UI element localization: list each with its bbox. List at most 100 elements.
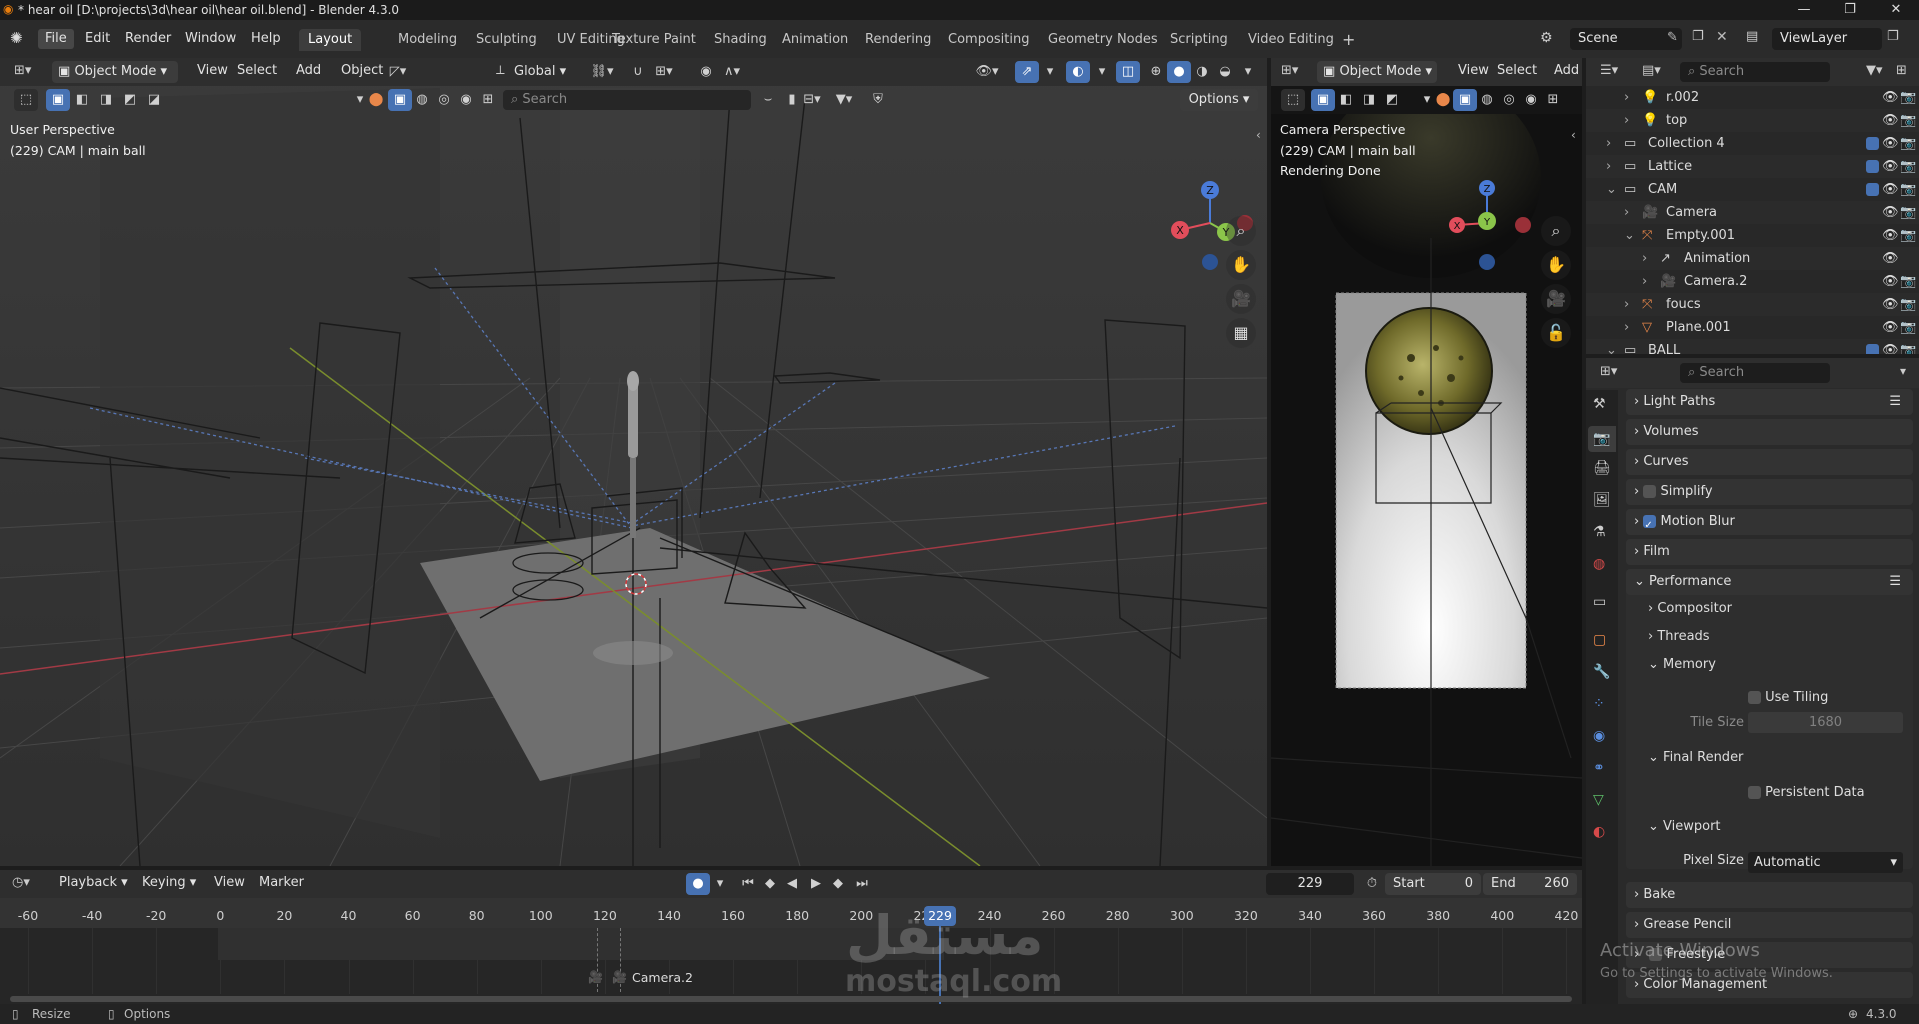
- select-box-extend-icon[interactable]: ◧: [70, 89, 94, 111]
- solid-mode-icon[interactable]: ▣: [388, 89, 412, 111]
- cam-gizmo-neg-x-button[interactable]: [1515, 217, 1531, 233]
- disclosure-icon[interactable]: ⌄: [1606, 178, 1617, 201]
- vp-menu-select[interactable]: Select: [230, 61, 284, 81]
- panel-bake[interactable]: › Bake: [1626, 882, 1913, 908]
- image-icon[interactable]: ⊞: [476, 89, 500, 111]
- simplify-checkbox[interactable]: [1643, 485, 1657, 498]
- vp-menu-object[interactable]: Object: [334, 61, 390, 81]
- camera-viewport[interactable]: Z Y X ⊞▾ ▣ Object Mode ▾ View Select Add…: [1271, 58, 1582, 866]
- physics-tab-icon[interactable]: ◉: [1593, 728, 1605, 744]
- tab-compositing[interactable]: Compositing: [939, 29, 1039, 51]
- pixel-size-dropdown[interactable]: Automatic ▾: [1748, 852, 1903, 873]
- performance-header[interactable]: ⌄ Performance ☰: [1626, 569, 1913, 595]
- motion-blur-checkbox[interactable]: ✓: [1643, 515, 1657, 531]
- orientation-dropdown[interactable]: Global ▾: [514, 61, 566, 83]
- cam-select-new-icon[interactable]: ▣: [1311, 89, 1335, 111]
- subpanel-final-render[interactable]: ⌄ Final Render: [1648, 746, 1743, 770]
- select-box-new-icon[interactable]: ▣: [46, 89, 70, 111]
- add-workspace-button[interactable]: +: [1342, 30, 1355, 49]
- sidebar-toggle-icon[interactable]: ‹: [1256, 128, 1261, 142]
- collection-checkbox[interactable]: [1866, 183, 1879, 196]
- outliner-filter-icon[interactable]: ▼▾: [1866, 63, 1883, 78]
- properties-editor-type-icon[interactable]: ⊞▾: [1600, 364, 1617, 379]
- eye-icon[interactable]: 👁: [1882, 293, 1899, 316]
- shield-icon[interactable]: ⛨: [866, 89, 890, 111]
- eye-icon[interactable]: 👁: [1882, 270, 1899, 293]
- modifier-tab-icon[interactable]: 🔧: [1593, 664, 1610, 680]
- cam-sidebar-toggle-icon[interactable]: ‹: [1571, 128, 1576, 142]
- outliner-row[interactable]: › ▽ Plane.001 👁 📷: [1586, 316, 1919, 339]
- subpanel-memory[interactable]: ⌄ Memory: [1648, 653, 1716, 677]
- cam-lookdev-icon[interactable]: ◎: [1497, 89, 1521, 111]
- tab-modeling[interactable]: Modeling: [389, 29, 466, 51]
- outliner-row[interactable]: › ▭ Collection 4 👁 📷: [1586, 132, 1919, 155]
- render-camera-icon[interactable]: 📷: [1900, 201, 1916, 224]
- new-view-layer-icon[interactable]: ❐: [1887, 29, 1899, 44]
- menu-render[interactable]: Render: [118, 29, 178, 49]
- timeline-scrollbar[interactable]: [10, 996, 1572, 1002]
- cam-image-icon[interactable]: ⊞: [1541, 89, 1565, 111]
- light-paths-presets-icon[interactable]: ☰: [1889, 389, 1901, 415]
- properties-options-icon[interactable]: ▾: [1900, 364, 1906, 378]
- subpanel-compositor[interactable]: › Compositor: [1648, 597, 1732, 621]
- gizmo-neg-z-button[interactable]: [1202, 254, 1218, 270]
- shading-dropdown-icon[interactable]: ▾: [1236, 61, 1260, 83]
- render-mode-icon[interactable]: ◉: [454, 89, 478, 111]
- tile-size-field[interactable]: 1680: [1748, 712, 1903, 733]
- pan-hand-icon[interactable]: ✋: [1226, 250, 1256, 280]
- cam-mode-dropdown[interactable]: ▣ Object Mode ▾: [1317, 61, 1437, 83]
- render-tab-icon[interactable]: 📷: [1588, 426, 1616, 452]
- tab-scripting[interactable]: Scripting: [1161, 29, 1237, 51]
- pin-icon[interactable]: ✎: [1667, 30, 1678, 45]
- properties-search-input[interactable]: ⌕ Search: [1680, 363, 1830, 383]
- tab-geometry-nodes[interactable]: Geometry Nodes: [1039, 29, 1167, 51]
- panel-film[interactable]: › Film: [1626, 539, 1913, 565]
- overlay-dropdown-icon[interactable]: ▾: [1090, 61, 1114, 83]
- constraints-tab-icon[interactable]: ⚭: [1593, 760, 1605, 776]
- outliner-row[interactable]: › 🎥 Camera 👁 📷: [1586, 201, 1919, 224]
- view-layer-tab-icon[interactable]: 🖼: [1593, 492, 1611, 508]
- snap-target-icon[interactable]: ⊞▾: [652, 61, 676, 83]
- disclosure-icon[interactable]: ›: [1624, 316, 1629, 339]
- material-tab-icon[interactable]: ◐: [1593, 824, 1605, 840]
- render-camera-icon[interactable]: 📷: [1900, 293, 1916, 316]
- eye-icon[interactable]: 👁: [1882, 224, 1899, 247]
- timeline[interactable]: ◷▾ Playback ▾ Keying ▾ View Marker ● ▾ ⏮…: [0, 870, 1582, 1004]
- properties-editor[interactable]: ⊞▾ ⌕ Search ▾ ⚒ 📷 🖨 🖼 ⚗ ◍ ▭ ▢ 🔧 ⁘ ◉ ⚭ ▽ …: [1586, 358, 1919, 1004]
- wireframe-shading-icon[interactable]: ⊕: [1144, 61, 1168, 83]
- menu-edit[interactable]: Edit: [78, 29, 117, 49]
- data-tab-icon[interactable]: ▽: [1593, 792, 1604, 808]
- outliner-row[interactable]: › 🎥 Camera.2 👁 📷: [1586, 270, 1919, 293]
- delete-scene-icon[interactable]: ✕: [1716, 29, 1728, 45]
- disclosure-icon[interactable]: ›: [1642, 247, 1647, 270]
- link-icon[interactable]: ⌣: [756, 89, 780, 111]
- cam-camera-icon[interactable]: 🎥: [1541, 284, 1571, 314]
- disclosure-icon[interactable]: ⌄: [1606, 339, 1617, 354]
- render-camera-icon[interactable]: 📷: [1900, 132, 1916, 155]
- outliner-row[interactable]: ⌄ ⤧ Empty.001 👁 📷: [1586, 224, 1919, 247]
- eye-icon[interactable]: 👁: [1882, 339, 1899, 354]
- eye-icon[interactable]: 👁: [1882, 178, 1899, 201]
- editor-type-icon[interactable]: ⊞▾: [14, 63, 31, 78]
- performance-presets-icon[interactable]: ☰: [1889, 569, 1901, 595]
- blender-menu-icon[interactable]: ✺: [10, 29, 23, 47]
- outliner-row[interactable]: ⌄ ▭ CAM 👁 📷: [1586, 178, 1919, 201]
- tab-layout[interactable]: Layout: [299, 29, 362, 51]
- grid-view-icon[interactable]: ▦: [1226, 318, 1256, 348]
- solid-shading-icon[interactable]: ●: [1167, 61, 1191, 83]
- scene-tab-icon[interactable]: ⚗: [1593, 524, 1606, 540]
- eye-icon[interactable]: 👁: [1882, 247, 1899, 270]
- render-camera-icon[interactable]: 📷: [1900, 109, 1916, 132]
- new-collection-icon[interactable]: ⊞: [1896, 63, 1907, 78]
- camera-view-icon[interactable]: 🎥: [1226, 284, 1256, 314]
- cam-select-tool-icon[interactable]: ⬚: [1281, 89, 1305, 111]
- select-tool-icon[interactable]: ⬚: [14, 89, 38, 111]
- cam-select-invert-icon[interactable]: ◩: [1380, 89, 1404, 111]
- disclosure-icon[interactable]: ›: [1624, 201, 1629, 224]
- disclosure-icon[interactable]: ›: [1642, 270, 1647, 293]
- outliner-row[interactable]: › 💡 r.002 👁 📷: [1586, 86, 1919, 109]
- persistent-data-checkbox[interactable]: [1748, 786, 1761, 799]
- world-tab-icon[interactable]: ◍: [1593, 556, 1605, 572]
- color-icon[interactable]: ⬤: [364, 89, 388, 111]
- gizmo-toggle-icon[interactable]: ⇗: [1015, 61, 1039, 83]
